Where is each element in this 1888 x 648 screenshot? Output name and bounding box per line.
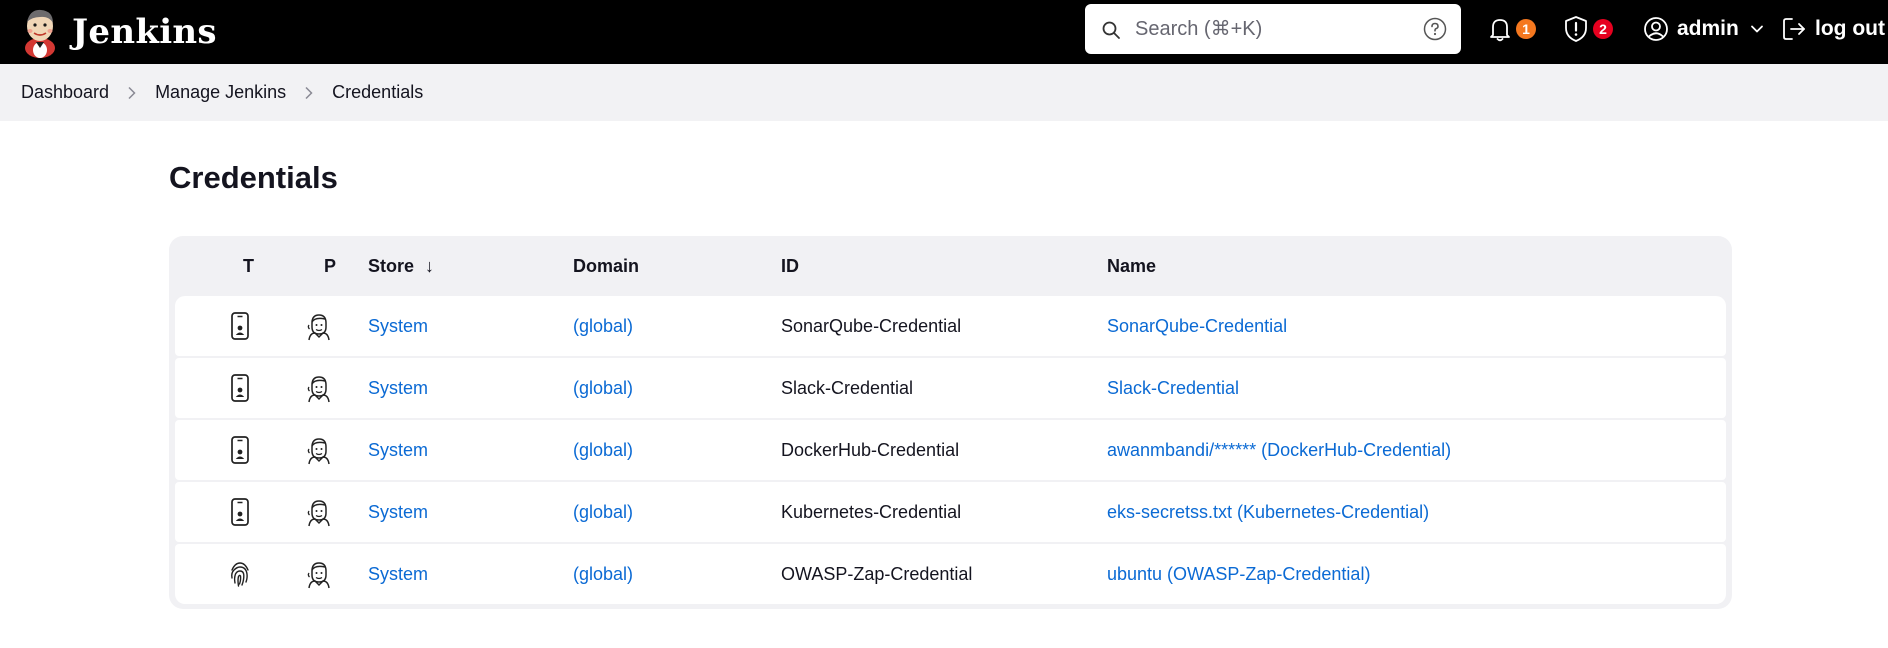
brand-name: Jenkins xyxy=(72,12,217,52)
credential-name-link[interactable]: Slack-Credential xyxy=(1107,378,1239,399)
credential-name-link[interactable]: SonarQube-Credential xyxy=(1107,316,1287,337)
breadcrumb-manage-jenkins[interactable]: Manage Jenkins xyxy=(155,82,286,103)
bell-icon xyxy=(1490,19,1510,42)
table-row: System (global) OWASP-Zap-Credential ubu… xyxy=(175,544,1726,604)
credential-id: DockerHub-Credential xyxy=(781,439,960,460)
credential-name-link[interactable]: awanmbandi/****** (DockerHub-Credential) xyxy=(1107,440,1451,461)
domain-link[interactable]: (global) xyxy=(573,378,633,399)
store-link[interactable]: System xyxy=(368,502,428,523)
breadcrumb-credentials[interactable]: Credentials xyxy=(332,82,423,103)
credential-id: OWASP-Zap-Credential xyxy=(781,563,973,584)
store-cell: System xyxy=(368,358,428,418)
search-icon xyxy=(1102,21,1120,39)
column-header-store[interactable]: Store ↓ xyxy=(368,256,434,277)
logout-link[interactable]: log out xyxy=(1781,12,1885,46)
username: admin xyxy=(1677,17,1739,40)
user-avatar-icon xyxy=(1644,17,1668,41)
mobile-credential-icon xyxy=(231,312,249,340)
table-row: System (global) Slack-Credential Slack-C… xyxy=(175,358,1726,418)
domain-link[interactable]: (global) xyxy=(573,564,633,585)
domain-link[interactable]: (global) xyxy=(573,502,633,523)
mobile-credential-icon xyxy=(231,498,249,526)
store-link[interactable]: System xyxy=(368,564,428,585)
breadcrumb: Dashboard Manage Jenkins Credentials xyxy=(21,64,423,121)
domain-cell: (global) xyxy=(573,358,633,418)
column-header-id[interactable]: ID xyxy=(781,256,799,277)
domain-cell: (global) xyxy=(573,482,633,542)
store-cell: System xyxy=(368,296,428,356)
credential-type-cell xyxy=(227,420,253,480)
credential-id: SonarQube-Credential xyxy=(781,315,962,336)
chevron-down-icon xyxy=(1750,25,1763,33)
fingerprint-icon xyxy=(231,562,249,587)
jenkins-home-link[interactable]: Jenkins xyxy=(20,4,217,60)
credential-provider-cell xyxy=(305,544,331,604)
table-header: T P Store ↓ Domain ID Name xyxy=(169,236,1732,294)
name-cell: ubuntu (OWASP-Zap-Credential) xyxy=(1107,544,1370,604)
jenkins-butler-icon xyxy=(307,376,330,403)
credential-name-link[interactable]: ubuntu (OWASP-Zap-Credential) xyxy=(1107,564,1370,585)
search-box[interactable] xyxy=(1085,4,1461,54)
store-link[interactable]: System xyxy=(368,378,428,399)
search-input[interactable] xyxy=(1135,11,1395,47)
shield-icon xyxy=(1565,16,1587,42)
security-badge: 2 xyxy=(1593,19,1613,39)
credential-type-cell xyxy=(227,296,253,356)
store-link[interactable]: System xyxy=(368,316,428,337)
store-cell: System xyxy=(368,420,428,480)
chevron-right-icon xyxy=(128,86,136,99)
store-cell: System xyxy=(368,482,428,542)
name-cell: awanmbandi/****** (DockerHub-Credential) xyxy=(1107,420,1451,480)
jenkins-logo-icon xyxy=(25,9,55,58)
security-alerts-button[interactable]: 2 xyxy=(1563,12,1613,46)
credential-provider-cell xyxy=(305,420,331,480)
credential-type-cell xyxy=(227,358,253,418)
help-icon[interactable] xyxy=(1423,17,1447,41)
column-header-store-label: Store xyxy=(368,256,415,276)
credential-provider-cell xyxy=(305,296,331,356)
jenkins-butler-icon xyxy=(307,438,330,465)
domain-cell: (global) xyxy=(573,296,633,356)
domain-cell: (global) xyxy=(573,420,633,480)
credential-name-link[interactable]: eks-secretss.txt (Kubernetes-Credential) xyxy=(1107,502,1429,523)
mobile-credential-icon xyxy=(231,374,249,402)
credential-id: Kubernetes-Credential xyxy=(781,501,962,522)
mobile-credential-icon xyxy=(231,436,249,464)
jenkins-butler-icon xyxy=(307,500,330,527)
column-header-domain[interactable]: Domain xyxy=(573,256,639,277)
store-link[interactable]: System xyxy=(368,440,428,461)
sort-arrow-icon: ↓ xyxy=(425,256,435,276)
chevron-right-icon xyxy=(305,86,313,99)
domain-link[interactable]: (global) xyxy=(573,440,633,461)
table-row: System (global) SonarQube-Credential Son… xyxy=(175,296,1726,356)
logout-label: log out xyxy=(1815,17,1885,40)
credential-provider-cell xyxy=(305,482,331,542)
column-header-type[interactable]: T xyxy=(243,256,254,277)
jenkins-butler-icon xyxy=(307,562,330,589)
table-row: System (global) DockerHub-Credential awa… xyxy=(175,420,1726,480)
page-title: Credentials xyxy=(169,160,338,195)
name-cell: eks-secretss.txt (Kubernetes-Credential) xyxy=(1107,482,1429,542)
jenkins-butler-icon xyxy=(307,314,330,341)
credentials-table: T P Store ↓ Domain ID Name System (globa… xyxy=(169,236,1732,609)
credential-type-cell xyxy=(227,544,253,604)
notifications-button[interactable]: 1 xyxy=(1488,12,1536,46)
credential-type-cell xyxy=(227,482,253,542)
breadcrumb-bar: Dashboard Manage Jenkins Credentials xyxy=(0,64,1888,121)
column-header-name[interactable]: Name xyxy=(1107,256,1156,277)
user-menu[interactable]: admin xyxy=(1643,12,1765,46)
table-row: System (global) Kubernetes-Credential ek… xyxy=(175,482,1726,542)
top-bar: Jenkins 1 2 ad xyxy=(0,0,1888,64)
name-cell: SonarQube-Credential xyxy=(1107,296,1287,356)
column-header-provider[interactable]: P xyxy=(324,256,336,277)
domain-cell: (global) xyxy=(573,544,633,604)
notifications-badge: 1 xyxy=(1516,19,1536,39)
name-cell: Slack-Credential xyxy=(1107,358,1239,418)
breadcrumb-dashboard[interactable]: Dashboard xyxy=(21,82,109,103)
domain-link[interactable]: (global) xyxy=(573,316,633,337)
logout-icon xyxy=(1783,18,1805,40)
credential-id: Slack-Credential xyxy=(781,377,914,398)
credential-provider-cell xyxy=(305,358,331,418)
store-cell: System xyxy=(368,544,428,604)
